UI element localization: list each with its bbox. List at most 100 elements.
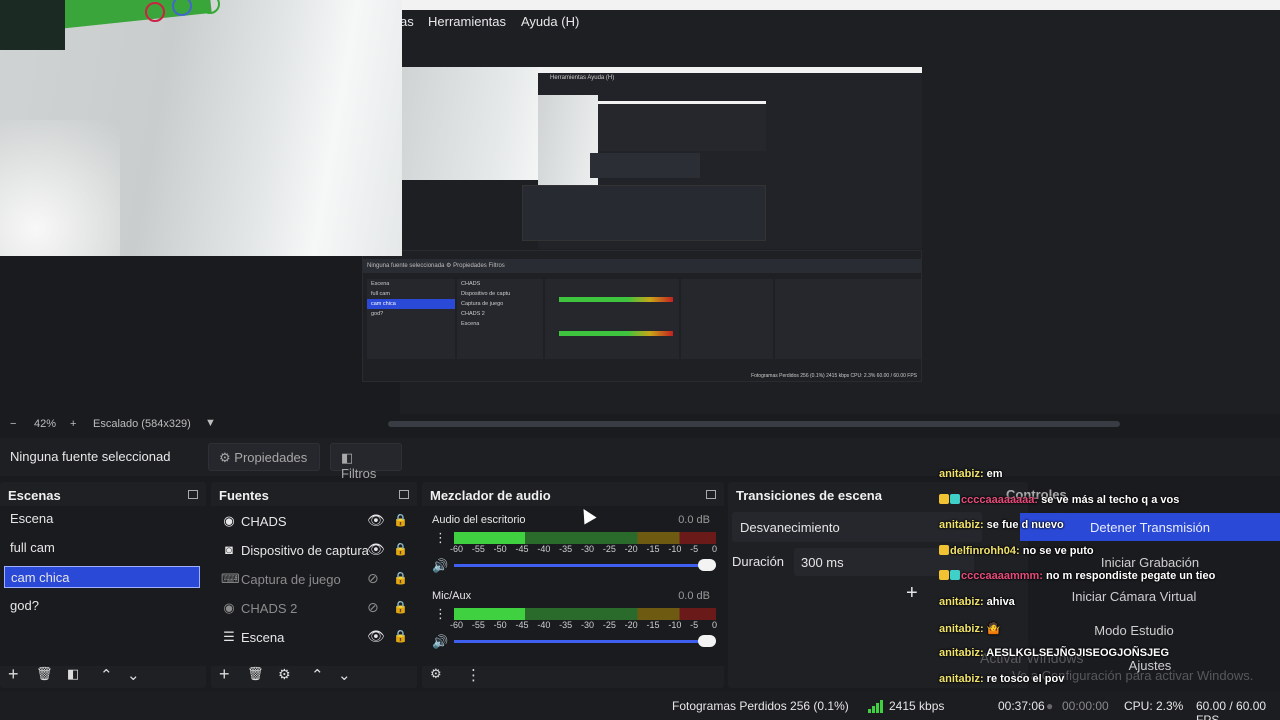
preview-scrollbar[interactable] [388, 421, 1120, 427]
chat-message: ccccaaaammm: no m respondiste pegate un … [939, 570, 1215, 582]
window-chrome [400, 0, 1280, 10]
obs-window: as Herramientas Ayuda (H) Herramientas A… [0, 0, 1280, 720]
source-label: Escena [241, 630, 285, 645]
lock-icon[interactable]: 🔒 [393, 600, 408, 614]
nested-source: Dispositivo de captu [461, 291, 511, 297]
nested-scene: Escena [371, 281, 390, 287]
nested-deeper [598, 101, 766, 151]
chat-username: anitabiz: [939, 468, 987, 480]
webcam-light [0, 120, 120, 256]
volume-meter [454, 532, 716, 544]
nested-meter [559, 297, 673, 302]
chat-message: anitabiz: re tosco el pov [939, 673, 1064, 685]
properties-button[interactable]: ⚙ Propiedades [208, 443, 320, 471]
meter-tick-label: -30 [581, 620, 595, 630]
volume-meter [454, 608, 716, 620]
scene-item[interactable]: full cam [4, 537, 200, 559]
advanced-audio-icon[interactable]: ⚙ [430, 666, 442, 682]
add-transition-icon[interactable]: + [906, 582, 918, 605]
chat-username: anitabiz: [939, 519, 987, 532]
meter-tick-label: -40 [537, 544, 551, 554]
undock-icon[interactable] [706, 490, 716, 499]
lock-icon[interactable]: 🔒 [393, 571, 408, 585]
remove-source-icon[interactable]: 🗑 [247, 666, 264, 682]
nested-mixer [545, 279, 679, 359]
speaker-icon[interactable]: 🔊 [432, 558, 448, 574]
source-item[interactable]: ◙ Dispositivo de captura 👁 🔒 [211, 539, 419, 563]
source-item[interactable]: ◉ CHADS 2 ⊘ 🔒 [211, 597, 419, 621]
menu-help[interactable]: Ayuda (H) [521, 14, 579, 29]
volume-slider[interactable] [454, 635, 716, 647]
eye-hidden-icon[interactable]: ⊘ [367, 599, 379, 616]
nested-status: Fotogramas Perdidos 256 (0.1%) 2415 kbps… [751, 373, 917, 379]
chat-message: anitabiz: 🤷 [939, 622, 1000, 635]
move-up-icon[interactable]: ⌃ [100, 666, 113, 684]
volume-slider[interactable] [454, 559, 716, 571]
lock-icon[interactable]: 🔒 [393, 629, 408, 643]
eye-icon[interactable]: 👁 [367, 628, 385, 645]
zoom-out-button[interactable]: − [10, 418, 16, 430]
scene-item[interactable]: Escena [4, 508, 200, 530]
menu-partial[interactable]: as [400, 14, 414, 29]
lock-icon[interactable]: 🔒 [393, 513, 408, 527]
webcam-ball [145, 2, 165, 22]
channel-db: 0.0 dB [678, 514, 710, 526]
sources-title: Fuentes [219, 488, 269, 503]
nested-controls [775, 279, 921, 359]
move-up-icon[interactable]: ⌃ [311, 666, 324, 684]
move-down-icon[interactable]: ⌄ [127, 666, 140, 684]
chat-username: anitabiz: [939, 596, 987, 608]
move-down-icon[interactable]: ⌄ [338, 666, 351, 684]
scene-filter-icon[interactable]: ◧ [67, 666, 79, 682]
filters-label: Filtros [341, 466, 377, 481]
list-icon: ☰ [223, 629, 235, 644]
lock-icon[interactable]: 🔒 [393, 542, 408, 556]
meter-tick-label: -55 [471, 544, 485, 554]
zoom-level: 42% [34, 418, 57, 430]
add-scene-icon[interactable]: + [8, 664, 19, 685]
scene-item[interactable]: god? [4, 595, 200, 617]
channel-menu-icon[interactable]: ⋮ [434, 530, 447, 546]
chat-message: anitabiz: ahiva [939, 596, 1015, 608]
filters-button[interactable]: ◧ Filtros [330, 443, 402, 481]
mixer-menu-icon[interactable]: ⋮ [466, 666, 481, 684]
nested-source: Captura de juego [461, 301, 504, 307]
slider-knob[interactable] [698, 635, 716, 647]
meter-tick-label: -60 [450, 620, 464, 630]
channel-menu-icon[interactable]: ⋮ [434, 606, 447, 622]
slider-knob[interactable] [698, 559, 716, 571]
menu-tools[interactable]: Herramientas [428, 14, 506, 29]
nested-scene: god? [371, 311, 384, 317]
remove-scene-icon[interactable]: 🗑 [36, 666, 53, 682]
meter-tick-label: -40 [537, 620, 551, 630]
source-item[interactable]: ☰ Escena 👁 🔒 [211, 626, 419, 650]
scale-dropdown-icon[interactable]: ▼ [205, 417, 216, 429]
eye-icon[interactable]: 👁 [367, 541, 385, 558]
source-item[interactable]: ⌨ Captura de juego ⊘ 🔒 [211, 568, 419, 592]
transitions-title: Transiciones de escena [736, 488, 882, 503]
zoom-in-button[interactable]: + [70, 418, 76, 430]
source-settings-icon[interactable]: ⚙ [278, 666, 291, 683]
channel-name: Audio del escritorio [432, 514, 526, 526]
sources-list: ◉ CHADS 👁 🔒 ◙ Dispositivo de captura 👁 🔒… [211, 506, 417, 666]
audio-mixer-dock: Mezclador de audio Audio del escritorio … [422, 482, 724, 688]
signal-icon [868, 699, 884, 713]
speaker-icon[interactable]: 🔊 [432, 634, 448, 650]
fps: 60.00 / 60.00 FPS [1196, 699, 1267, 720]
eye-icon[interactable]: 👁 [367, 512, 385, 529]
undock-icon[interactable] [188, 490, 198, 499]
undock-icon[interactable] [399, 490, 409, 499]
meter-tick-label: -5 [690, 544, 699, 554]
eye-hidden-icon[interactable]: ⊘ [367, 570, 379, 587]
add-source-icon[interactable]: + [219, 664, 230, 685]
chat-overlay: anitabiz: em ccccaaaaaaaa: se ve más al t… [936, 464, 1280, 720]
mixer-title: Mezclador de audio [430, 488, 551, 503]
webcam-dark-object [0, 0, 65, 50]
source-item[interactable]: ◉ CHADS 👁 🔒 [211, 510, 419, 534]
meter-tick-label: -35 [559, 620, 573, 630]
chat-text: se ve más al techo q a vos [1041, 493, 1180, 506]
meter-tick-label: -50 [493, 544, 507, 554]
scene-item-selected[interactable]: cam chica [4, 566, 200, 588]
source-label: CHADS 2 [241, 601, 298, 616]
cpu-usage: CPU: 2.3% [1124, 699, 1184, 713]
